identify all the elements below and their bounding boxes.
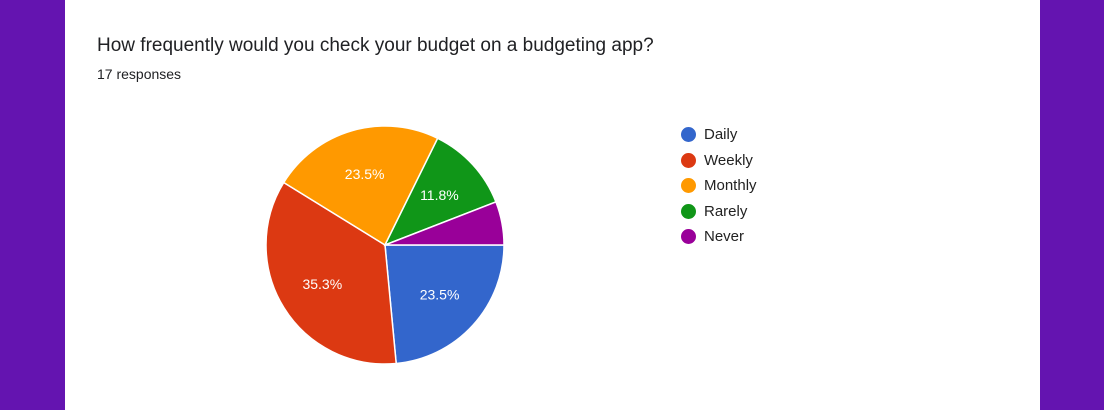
legend-swatch-daily: [681, 127, 696, 143]
legend-swatch-monthly: [681, 178, 696, 194]
legend-swatch-rarely: [681, 203, 696, 219]
legend-label-weekly: Weekly: [704, 151, 753, 169]
legend-swatch-never: [681, 229, 696, 245]
legend-item-weekly[interactable]: Weekly: [681, 148, 757, 174]
legend-item-daily[interactable]: Daily: [681, 122, 757, 148]
pie-label-weekly: 35.3%: [302, 276, 342, 292]
chart-card: How frequently would you check your budg…: [65, 0, 1040, 410]
pie-chart: 23.5% 35.3% 23.5% 11.8%: [265, 125, 505, 365]
legend-swatch-weekly: [681, 152, 696, 168]
legend-item-rarely[interactable]: Rarely: [681, 199, 757, 225]
chart-legend: Daily Weekly Monthly Rarely Never: [681, 122, 757, 250]
legend-label-monthly: Monthly: [704, 177, 757, 195]
pie-label-monthly: 23.5%: [345, 166, 385, 182]
pie-label-daily: 23.5%: [420, 287, 460, 303]
legend-label-daily: Daily: [704, 126, 738, 144]
legend-item-never[interactable]: Never: [681, 224, 757, 250]
legend-label-rarely: Rarely: [704, 202, 748, 220]
legend-item-monthly[interactable]: Monthly: [681, 173, 757, 199]
pie-label-rarely: 11.8%: [420, 187, 459, 203]
pie-slice-daily[interactable]: [384, 244, 505, 365]
legend-label-never: Never: [704, 228, 745, 246]
